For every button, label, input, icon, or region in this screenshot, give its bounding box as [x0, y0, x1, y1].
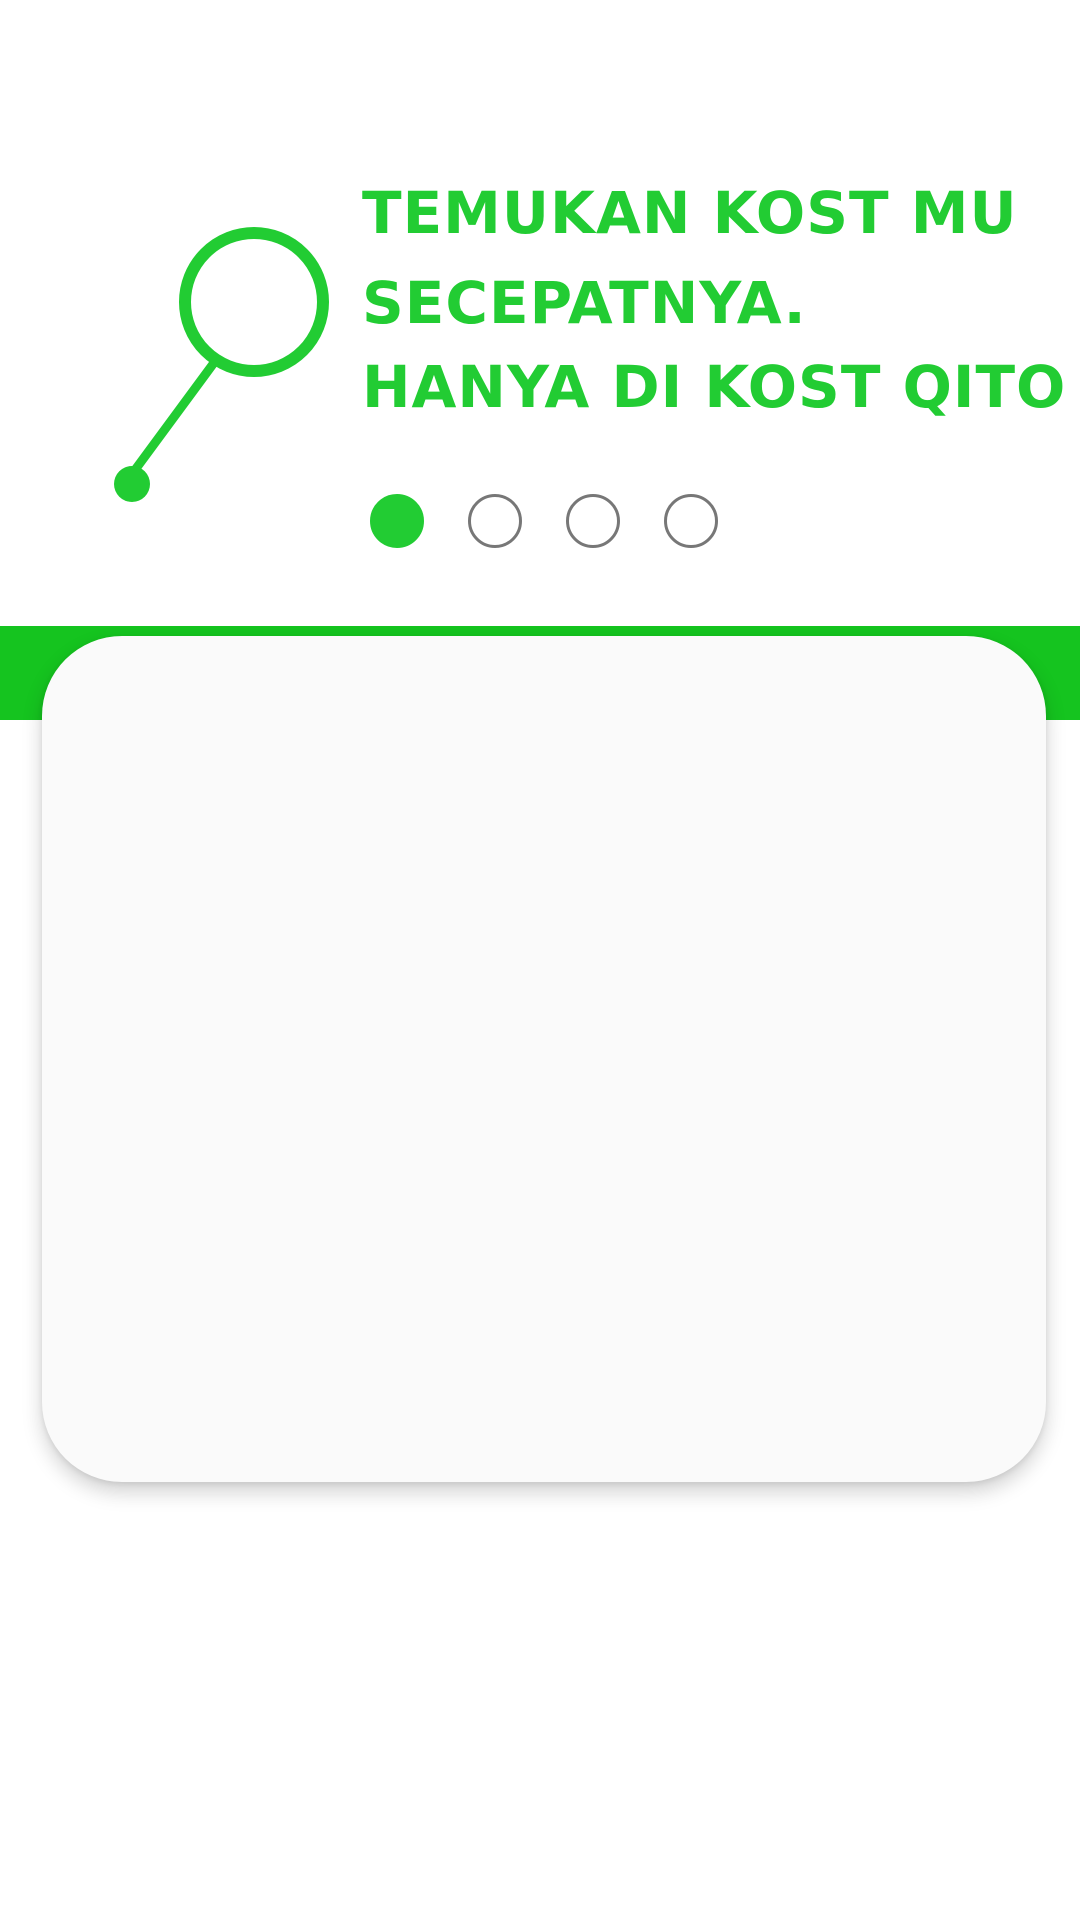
- page-indicator: [370, 494, 718, 550]
- headline-line-3: HANYA DI KOST QITO: [362, 353, 1067, 421]
- headline-line-2: SECEPATNYA.: [362, 269, 807, 337]
- page-dot-4[interactable]: [664, 494, 718, 548]
- page-dot-2[interactable]: [468, 494, 522, 548]
- content-card: [42, 636, 1046, 1482]
- page-dot-3[interactable]: [566, 494, 620, 548]
- onboarding-slide[interactable]: TEMUKAN KOST MU SECEPATNYA. HANYA DI KOS…: [0, 0, 1080, 584]
- page-dot-1[interactable]: [370, 494, 424, 548]
- magnifier-icon: [100, 180, 340, 510]
- onboarding-headline: TEMUKAN KOST MU SECEPATNYA. HANYA DI KOS…: [362, 168, 1067, 432]
- headline-line-1: TEMUKAN KOST MU: [362, 179, 1018, 247]
- app-screen: TEMUKAN KOST MU SECEPATNYA. HANYA DI KOS…: [0, 0, 1080, 1920]
